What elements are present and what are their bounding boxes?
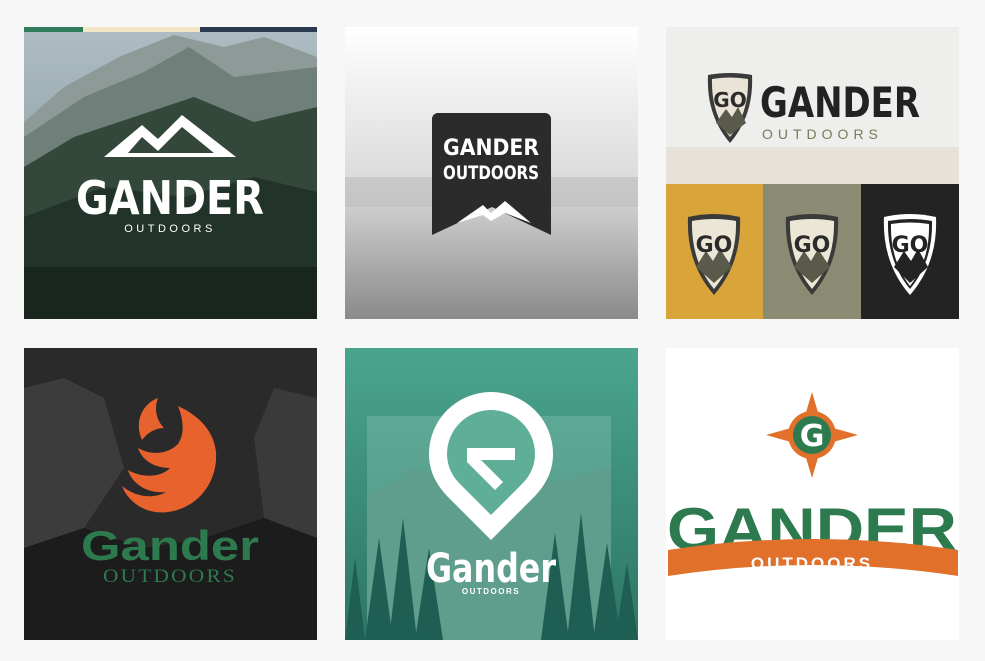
mountain-forest-scene: GANDER OUTDOORS — [24, 27, 317, 319]
wordmark: Gander — [81, 522, 259, 569]
logo-concept-1[interactable]: GANDER OUTDOORS — [24, 27, 317, 319]
svg-text:GO: GO — [696, 233, 733, 258]
teal-forest-scene: Gander OUTDOORS — [345, 348, 638, 640]
compass-logo-board: G GANDER OUTDOORS — [666, 348, 959, 640]
logo-concept-6[interactable]: G GANDER OUTDOORS — [666, 348, 959, 640]
foggy-lake-scene: GANDER OUTDOORS — [345, 27, 638, 319]
wordmark: GANDER — [760, 78, 920, 127]
wordmark: GANDER — [443, 136, 539, 161]
svg-text:G: G — [800, 419, 825, 454]
tagline: OUTDOORS — [462, 587, 520, 596]
stripe-green — [24, 27, 83, 32]
tagline: OUTDOORS — [103, 566, 237, 587]
tagline: OUTDOORS — [751, 554, 873, 573]
logo-concept-2[interactable]: GANDER OUTDOORS — [345, 27, 638, 319]
tagline: OUTDOORS — [443, 162, 539, 184]
svg-text:GO: GO — [892, 233, 929, 258]
wordmark: Gander — [426, 546, 556, 592]
tagline: OUTDOORS — [762, 126, 883, 142]
svg-text:GO: GO — [794, 233, 831, 258]
logo-concept-5[interactable]: Gander OUTDOORS — [345, 348, 638, 640]
stripe-cream — [83, 27, 200, 32]
stripe-navy — [200, 27, 317, 32]
logo-concept-4[interactable]: Gander OUTDOORS — [24, 348, 317, 640]
logo-concept-3[interactable]: GO GANDER OUTDOORS GO GO GO — [666, 27, 959, 319]
wordmark: GANDER — [76, 171, 264, 225]
tagline: OUTDOORS — [124, 223, 216, 235]
badge-brand-board: GO GANDER OUTDOORS GO GO GO — [666, 27, 959, 319]
dark-valley-scene: Gander OUTDOORS — [24, 348, 317, 640]
svg-text:GO: GO — [713, 88, 746, 112]
